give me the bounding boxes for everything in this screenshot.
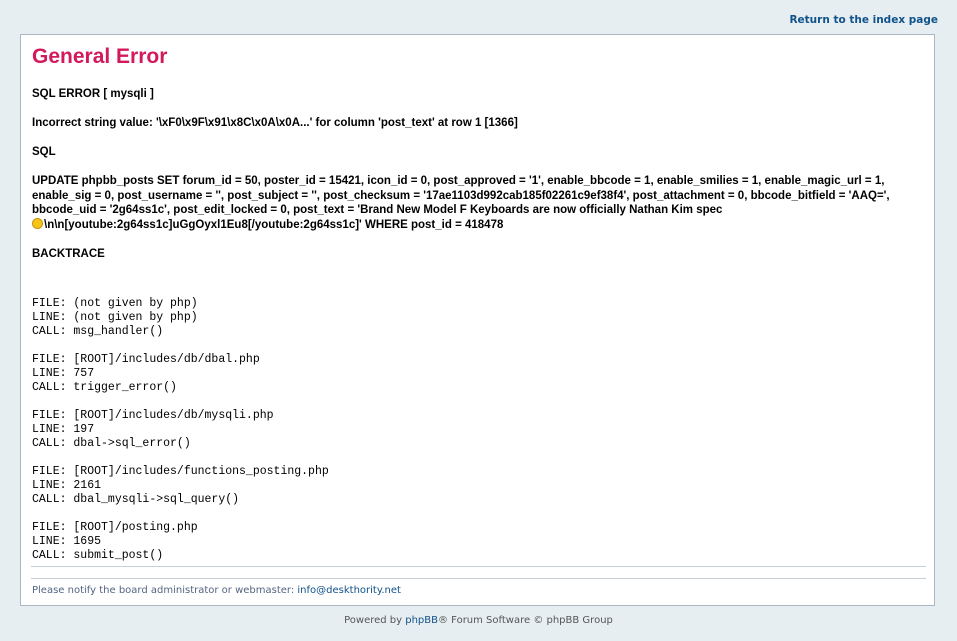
notify-text: Please notify the board administrator or… [32, 585, 298, 596]
powered-suffix: ® Forum Software © phpBB Group [438, 615, 613, 626]
powered-prefix: Powered by [344, 615, 406, 626]
backtrace-label: BACKTRACE [32, 247, 105, 260]
divider [31, 566, 926, 567]
sql-query-text-end: \n\n[youtube:2g64ss1c]uGgOyxl1Eu8[/youtu… [44, 218, 504, 231]
notify-footer: Please notify the board administrator or… [32, 585, 401, 596]
return-to-index-link[interactable]: Return to the index page [789, 14, 938, 26]
backtrace-text: FILE: (not given by php) LINE: (not give… [32, 297, 329, 562]
sql-query: UPDATE phpbb_posts SET forum_id = 50, po… [32, 174, 928, 232]
error-details: SQL ERROR [ mysqli ] Incorrect string va… [32, 87, 928, 276]
emoji-icon [32, 217, 43, 229]
error-panel: General Error SQL ERROR [ mysqli ] Incor… [20, 34, 935, 606]
page-title: General Error [32, 45, 168, 68]
divider [31, 578, 926, 579]
webmaster-email-link[interactable]: info@deskthority.net [297, 585, 401, 596]
sql-query-text: UPDATE phpbb_posts SET forum_id = 50, po… [32, 175, 890, 216]
sql-label: SQL [32, 146, 56, 158]
phpbb-link[interactable]: phpBB [405, 615, 438, 626]
sql-error-label: SQL ERROR [ mysqli ] [32, 88, 154, 100]
error-message: Incorrect string value: '\xF0\x9F\x91\x8… [32, 117, 518, 129]
powered-by: Powered by phpBB® Forum Software © phpBB… [0, 615, 957, 626]
